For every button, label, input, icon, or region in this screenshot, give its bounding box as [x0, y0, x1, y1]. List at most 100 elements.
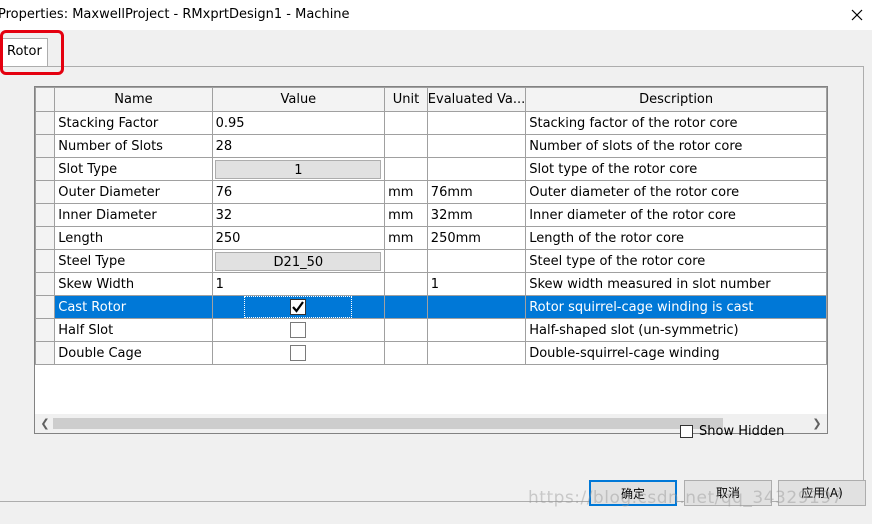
property-checkbox[interactable] — [290, 345, 307, 361]
row-header-corner — [35, 87, 56, 112]
property-name: Cast Rotor — [54, 295, 213, 319]
close-icon — [851, 9, 863, 21]
property-value[interactable]: 0.95 — [211, 111, 386, 135]
property-evaluated — [426, 111, 527, 135]
property-unit — [384, 318, 428, 342]
table-row[interactable]: Stacking Factor 0.95 Stacking factor of th… — [35, 111, 827, 135]
property-name: Outer Diameter — [54, 180, 213, 204]
row-header[interactable] — [35, 180, 56, 204]
property-value[interactable]: 250 — [211, 226, 386, 250]
property-value[interactable]: 76 — [211, 180, 386, 204]
checkbox-wrap — [213, 345, 383, 361]
property-value[interactable]: D21_50 — [211, 249, 386, 273]
ok-button[interactable]: 确定 — [589, 480, 677, 506]
column-header-evaluated[interactable]: Evaluated Va... — [426, 87, 527, 112]
property-value[interactable]: 1 — [211, 272, 386, 296]
property-description: Inner diameter of the rotor core — [525, 203, 827, 227]
scroll-right-icon[interactable]: ❯ — [809, 417, 825, 430]
property-description: Length of the rotor core — [525, 226, 827, 250]
property-unit — [384, 295, 428, 319]
property-unit — [384, 249, 428, 273]
property-name: Number of Slots — [54, 134, 213, 158]
property-name: Stacking Factor — [54, 111, 213, 135]
dialog-body: Rotor Name Value Unit Evaluated Va... De… — [0, 30, 872, 524]
property-unit: mm — [384, 226, 428, 250]
row-header[interactable] — [35, 134, 56, 158]
table-row[interactable]: Outer Diameter 76 mm 76mm Outer diameter of … — [35, 180, 827, 204]
window-title: Properties: MaxwellProject - RMxprtDesig… — [0, 7, 350, 22]
property-evaluated — [426, 134, 527, 158]
property-value[interactable] — [211, 295, 386, 319]
column-header-value[interactable]: Value — [211, 87, 386, 112]
property-unit — [384, 272, 428, 296]
row-header[interactable] — [35, 318, 56, 342]
column-header-description[interactable]: Description — [525, 87, 827, 112]
table-row[interactable]: Slot Type 1 Slot type of the rotor core — [35, 157, 827, 181]
row-header[interactable] — [35, 272, 56, 296]
property-value[interactable]: 28 — [211, 134, 386, 158]
property-evaluated: 1 — [426, 272, 527, 296]
property-unit: mm — [384, 180, 428, 204]
property-name: Skew Width — [54, 272, 213, 296]
property-value[interactable] — [211, 341, 386, 365]
column-header-unit[interactable]: Unit — [384, 87, 428, 112]
property-evaluated: 32mm — [426, 203, 527, 227]
property-name: Double Cage — [54, 341, 213, 365]
row-header[interactable] — [35, 295, 56, 319]
property-description: Outer diameter of the rotor core — [525, 180, 827, 204]
show-hidden-box[interactable] — [680, 425, 693, 438]
property-value-button[interactable]: 1 — [215, 160, 382, 179]
tab-rotor[interactable]: Rotor — [2, 38, 48, 66]
row-header[interactable] — [35, 341, 56, 365]
table-row[interactable]: Skew Width 1 1 Skew width measured in slot … — [35, 272, 827, 296]
row-header[interactable] — [35, 203, 56, 227]
property-evaluated — [426, 295, 527, 319]
table-row[interactable]: Steel Type D21_50 Steel type of the rotor … — [35, 249, 827, 273]
close-button[interactable] — [846, 4, 868, 26]
property-name: Length — [54, 226, 213, 250]
property-name: Steel Type — [54, 249, 213, 273]
property-description: Double-squirrel-cage winding — [525, 341, 827, 365]
property-value[interactable]: 32 — [211, 203, 386, 227]
property-description: Half-shaped slot (un-symmetric) — [525, 318, 827, 342]
property-value[interactable]: 1 — [211, 157, 386, 181]
checkbox-wrap — [213, 322, 383, 338]
property-name: Slot Type — [54, 157, 213, 181]
table-row[interactable]: Inner Diameter 32 mm 32mm Inner diameter of … — [35, 203, 827, 227]
property-value[interactable] — [211, 318, 386, 342]
table-row[interactable]: Half Slot Half-shaped slot (un-symmetric) — [35, 318, 827, 342]
property-value-button[interactable]: D21_50 — [215, 252, 382, 271]
table-row[interactable]: Double Cage Double-squirrel-cage winding — [35, 341, 827, 365]
property-description: Steel type of the rotor core — [525, 249, 827, 273]
row-header[interactable] — [35, 249, 56, 273]
cancel-button[interactable]: 取消 — [684, 480, 772, 506]
apply-button[interactable]: 应用(A) — [778, 480, 866, 506]
row-header[interactable] — [35, 157, 56, 181]
property-name: Inner Diameter — [54, 203, 213, 227]
property-evaluated — [426, 341, 527, 365]
checkbox-wrap — [213, 296, 383, 318]
row-header[interactable] — [35, 226, 56, 250]
property-grid: Name Value Unit Evaluated Va... Descript… — [34, 86, 828, 434]
property-evaluated: 76mm — [426, 180, 527, 204]
property-unit — [384, 341, 428, 365]
property-description: Number of slots of the rotor core — [525, 134, 827, 158]
property-checkbox[interactable] — [290, 322, 307, 338]
property-unit — [384, 134, 428, 158]
show-hidden-label: Show Hidden — [699, 424, 785, 439]
table-row[interactable]: Number of Slots 28 Number of slots of the … — [35, 134, 827, 158]
property-table: Name Value Unit Evaluated Va... Descript… — [35, 87, 827, 365]
property-evaluated: 250mm — [426, 226, 527, 250]
show-hidden-checkbox[interactable]: Show Hidden — [680, 424, 784, 439]
column-header-name[interactable]: Name — [54, 87, 213, 112]
table-row[interactable]: Cast Rotor Rotor squirrel-cage winding is… — [35, 295, 827, 319]
property-name: Half Slot — [54, 318, 213, 342]
property-description: Rotor squirrel-cage winding is cast — [525, 295, 827, 319]
scroll-left-icon[interactable]: ❮ — [37, 417, 53, 430]
property-unit — [384, 111, 428, 135]
property-description: Slot type of the rotor core — [525, 157, 827, 181]
property-checkbox[interactable] — [290, 299, 307, 315]
scrollbar-thumb[interactable] — [53, 418, 723, 429]
row-header[interactable] — [35, 111, 56, 135]
table-row[interactable]: Length 250 mm 250mm Length of the rotor core — [35, 226, 827, 250]
